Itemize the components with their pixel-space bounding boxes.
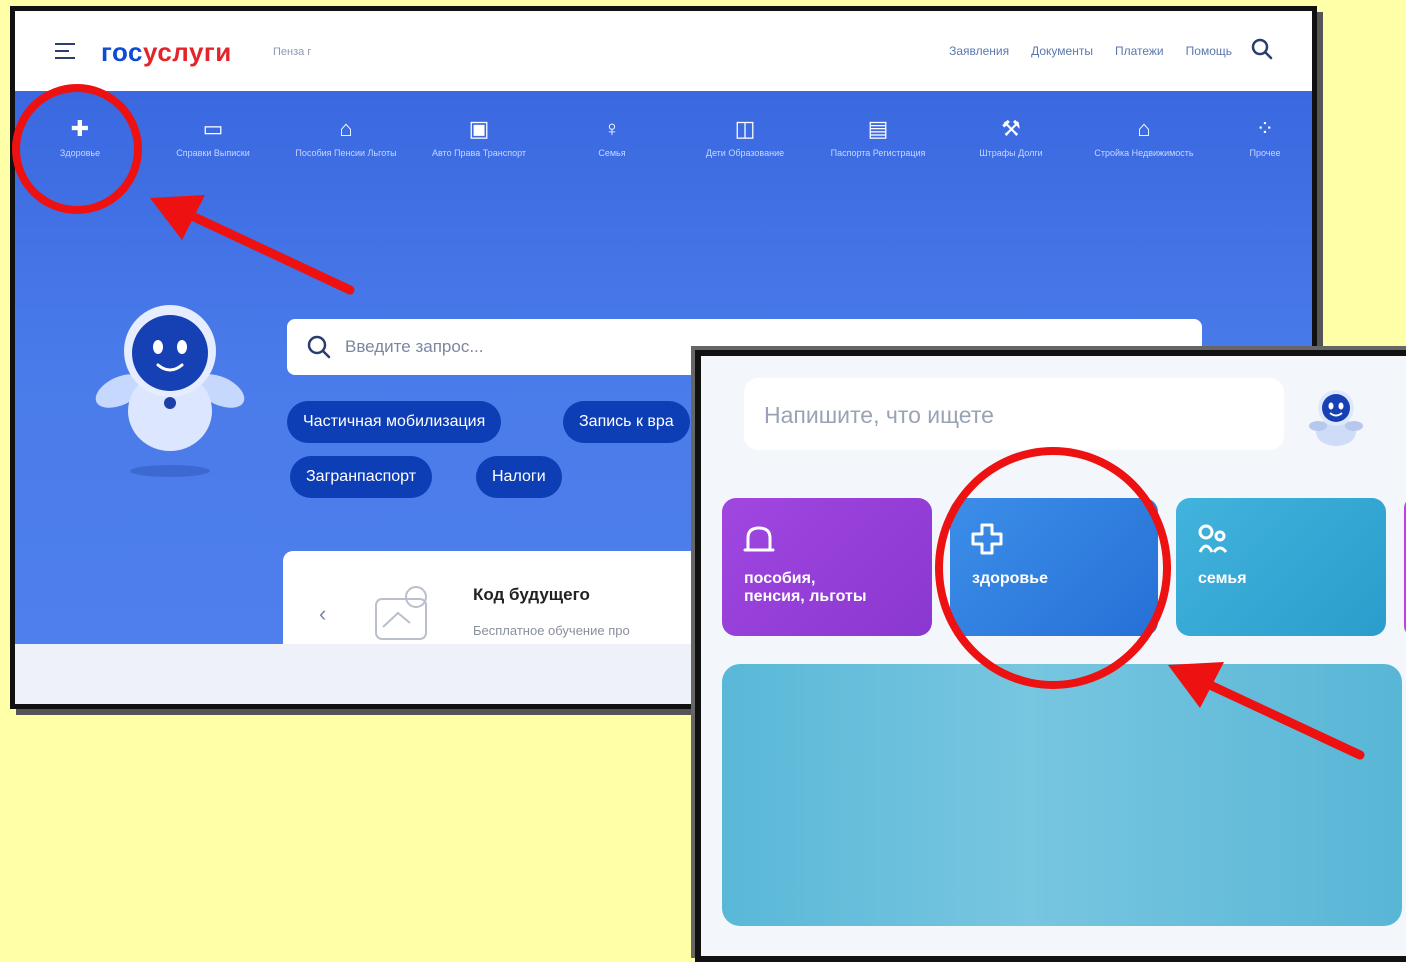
search-icon[interactable] [1250, 37, 1274, 61]
gavel-icon: ⚒ [1001, 116, 1021, 141]
category-children[interactable]: ◫ Дети Образование [690, 111, 800, 159]
category-benefits[interactable]: ⌂ Пособия Пенсии Льготы [291, 111, 401, 159]
folder-icon: ▭ [202, 116, 224, 141]
top-bar: госуслуги Пенза г Заявления Документы Пл… [15, 11, 1312, 91]
chip-taxes[interactable]: Налоги [476, 456, 562, 498]
search-placeholder: Напишите, что ищете [764, 402, 994, 428]
nav-help[interactable]: Помощь [1186, 44, 1232, 58]
tile-family-label: семья [1198, 570, 1247, 587]
card-title: Код будущего [473, 585, 590, 604]
category-other[interactable]: ⁘ Прочее [1225, 111, 1305, 159]
category-certificates[interactable]: ▭ Справки Выписки [158, 111, 268, 159]
tile-benefits-line2: пенсия, льготы [744, 588, 867, 605]
nav-payments[interactable]: Платежи [1115, 44, 1164, 58]
family-icon: ♀ [603, 116, 621, 141]
tile-benefits-line1: пособия, [744, 570, 816, 587]
chip-mobilization[interactable]: Частичная мобилизация [287, 401, 502, 443]
tile-family[interactable]: семья [1176, 498, 1386, 636]
search-input[interactable]: Напишите, что ищете [744, 378, 1284, 450]
passport-icon: ▤ [867, 116, 889, 141]
category-passports[interactable]: ▤ Паспорта Регистрация [823, 111, 933, 159]
top-nav: Заявления Документы Платежи Помощь [949, 44, 1232, 58]
chip-doctor-appointment[interactable]: Запись к вра [563, 401, 690, 443]
robot-mascot[interactable] [1306, 384, 1366, 454]
gosuslugi-logo[interactable]: госуслуги [101, 37, 232, 68]
wallet-icon: ⌂ [339, 116, 353, 141]
category-auto[interactable]: ▣ Авто Права Транспорт [424, 111, 534, 159]
search-icon [307, 335, 331, 359]
illustration-icon [375, 586, 427, 640]
wallet-icon [743, 526, 775, 552]
nav-applications[interactable]: Заявления [949, 44, 1009, 58]
banner-panel[interactable] [722, 664, 1402, 926]
menu-icon[interactable] [55, 43, 75, 64]
highlight-circle-health-mobile [935, 447, 1171, 689]
robot-mascot [95, 305, 245, 477]
car-icon: ▣ [468, 116, 490, 141]
search-placeholder: Введите запрос... [345, 337, 484, 356]
category-fines[interactable]: ⚒ Штрафы Долги [956, 111, 1066, 159]
city-selector[interactable]: Пенза г [273, 46, 311, 58]
category-bar: ✚ Здоровье ▭ Справки Выписки ⌂ Пособия П… [25, 111, 1312, 211]
grid-icon: ⁘ [1255, 116, 1275, 141]
nav-documents[interactable]: Документы [1031, 44, 1093, 58]
house-icon: ⌂ [1137, 116, 1151, 141]
tile-benefits[interactable]: пособия, пенсия, льготы [722, 498, 932, 636]
highlight-circle-health-desktop [12, 84, 142, 214]
card-subtitle: Бесплатное обучение про [473, 623, 630, 638]
book-icon: ◫ [734, 116, 756, 141]
family-icon [1198, 524, 1228, 553]
chevron-left-icon[interactable]: ‹ [319, 601, 326, 627]
category-realty[interactable]: ⌂ Стройка Недвижимость [1089, 111, 1199, 159]
category-family[interactable]: ♀ Семья [557, 111, 667, 159]
chip-passport[interactable]: Загранпаспорт [290, 456, 433, 498]
